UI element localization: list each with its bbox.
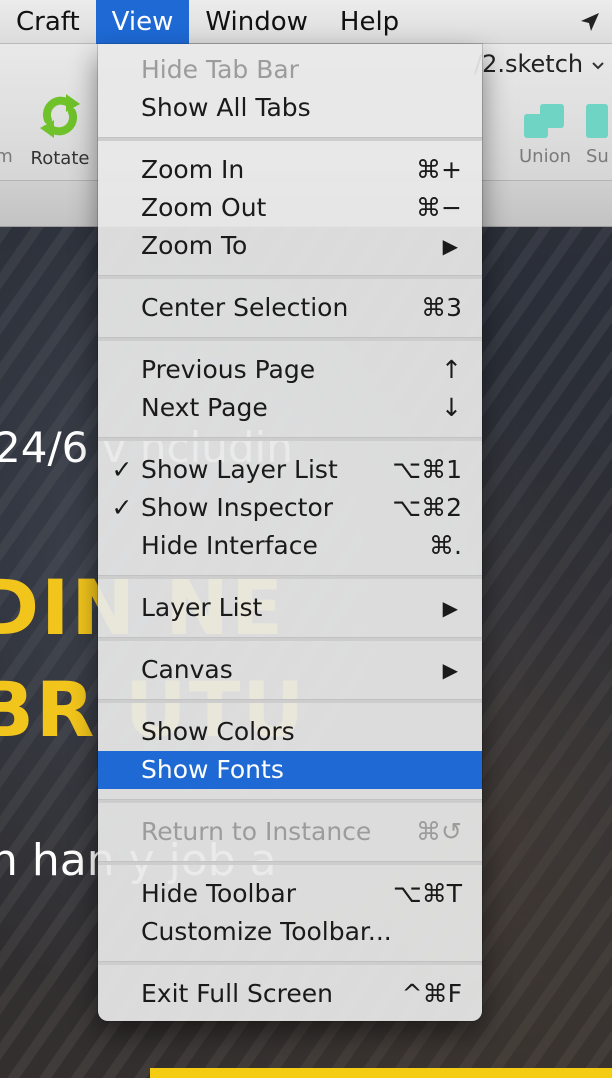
menu-item-canvas[interactable]: Canvas ▶: [98, 651, 482, 689]
menu-view[interactable]: View: [95, 0, 190, 44]
menu-item-shortcut: ⌥⌘1: [392, 455, 462, 484]
menu-bar: Craft View Window Help: [0, 0, 612, 44]
menu-separator: [98, 575, 482, 579]
menu-separator: [98, 637, 482, 641]
menu-item-label: Show Inspector: [141, 493, 334, 522]
menu-craft[interactable]: Craft: [0, 0, 96, 44]
menu-item-zoom-in[interactable]: Zoom In ⌘+: [98, 151, 482, 189]
checkmark-icon: ✓: [111, 455, 133, 484]
menu-item-return-to-instance: Return to Instance ⌘↺: [98, 813, 482, 851]
menu-item-next-page[interactable]: Next Page ↓: [98, 389, 482, 427]
menu-item-shortcut: ⌘3: [421, 293, 462, 322]
menu-item-label: Show Fonts: [141, 755, 284, 784]
view-menu-dropdown: Hide Tab Bar Show All Tabs Zoom In ⌘+ Zo…: [98, 44, 482, 1021]
location-arrow-icon[interactable]: [568, 0, 612, 44]
rotate-label: Rotate: [30, 148, 90, 169]
menu-item-label: Next Page: [141, 393, 268, 422]
menu-item-hide-tab-bar: Hide Tab Bar: [98, 51, 482, 89]
rotate-button[interactable]: Rotate: [18, 92, 102, 169]
menu-item-shortcut: ⌥⌘2: [392, 493, 462, 522]
menu-separator: [98, 961, 482, 965]
menu-item-shortcut: ⌘+: [416, 155, 462, 184]
menu-item-label: Zoom Out: [141, 193, 267, 222]
menu-item-label: Hide Interface: [141, 531, 318, 560]
menu-item-shortcut: ↑: [441, 355, 462, 384]
union-label: Union: [518, 146, 571, 167]
menu-separator: [98, 337, 482, 341]
toolbar-tool-cut-label: m: [0, 146, 13, 167]
menu-item-show-fonts[interactable]: Show Fonts: [98, 751, 482, 789]
menu-item-zoom-out[interactable]: Zoom Out ⌘−: [98, 189, 482, 227]
menu-item-zoom-to[interactable]: Zoom To ▶: [98, 227, 482, 265]
menu-separator: [98, 699, 482, 703]
menu-item-label: Return to Instance: [141, 817, 372, 846]
submenu-arrow-icon: ▶: [442, 596, 458, 620]
menu-separator: [98, 799, 482, 803]
chevron-down-icon: [591, 50, 605, 78]
menu-item-show-all-tabs[interactable]: Show All Tabs: [98, 89, 482, 127]
menu-item-shortcut: ⌘↺: [416, 817, 462, 846]
menu-item-shortcut: ⌘−: [416, 193, 462, 222]
menu-item-label: Hide Toolbar: [141, 879, 296, 908]
menu-item-shortcut: ⌘.: [429, 531, 462, 560]
menu-item-center-selection[interactable]: Center Selection ⌘3: [98, 289, 482, 327]
menu-separator: [98, 437, 482, 441]
menu-item-shortcut: ↓: [441, 393, 462, 422]
menu-item-label: Canvas: [141, 655, 233, 684]
rotate-icon: [40, 94, 80, 138]
menu-item-label: Exit Full Screen: [141, 979, 333, 1008]
menu-item-hide-interface[interactable]: Hide Interface ⌘.: [98, 527, 482, 565]
menu-item-show-layer-list[interactable]: ✓ Show Layer List ⌥⌘1: [98, 451, 482, 489]
menu-separator: [98, 137, 482, 141]
document-title[interactable]: /2.sketch: [474, 50, 605, 78]
menu-item-label: Show All Tabs: [141, 93, 311, 122]
menu-item-previous-page[interactable]: Previous Page ↑: [98, 351, 482, 389]
menu-item-shortcut: ⌥⌘T: [392, 879, 462, 908]
submenu-arrow-icon: ▶: [442, 658, 458, 682]
menu-item-hide-toolbar[interactable]: Hide Toolbar ⌥⌘T: [98, 875, 482, 913]
toolbar-tool-cut-off[interactable]: m: [0, 146, 14, 167]
menu-item-shortcut: ^⌘F: [401, 979, 462, 1008]
menu-item-label: Show Layer List: [141, 455, 338, 484]
union-button[interactable]: Union: [510, 104, 580, 167]
menu-item-layer-list[interactable]: Layer List ▶: [98, 589, 482, 627]
union-icon: [524, 104, 566, 138]
menu-item-label: Layer List: [141, 593, 263, 622]
document-title-text: /2.sketch: [474, 50, 584, 78]
checkmark-icon: ✓: [111, 493, 133, 522]
menu-item-label: Show Colors: [141, 717, 295, 746]
submenu-arrow-icon: ▶: [442, 234, 458, 258]
menu-item-show-colors[interactable]: Show Colors: [98, 713, 482, 751]
cta-button-edge: [150, 1068, 612, 1078]
menu-window[interactable]: Window: [189, 0, 324, 44]
menu-help[interactable]: Help: [324, 0, 415, 44]
menu-item-show-inspector[interactable]: ✓ Show Inspector ⌥⌘2: [98, 489, 482, 527]
menu-item-customize-toolbar[interactable]: Customize Toolbar...: [98, 913, 482, 951]
menu-item-label: Hide Tab Bar: [141, 55, 299, 84]
menu-separator: [98, 275, 482, 279]
subtract-button[interactable]: Su: [586, 104, 612, 167]
menu-separator: [98, 861, 482, 865]
menu-item-label: Zoom To: [141, 231, 248, 260]
subtract-label: Su: [586, 146, 609, 167]
menu-item-label: Customize Toolbar...: [141, 917, 392, 946]
menu-item-label: Zoom In: [141, 155, 245, 184]
subtract-icon: [586, 104, 608, 138]
menu-item-label: Previous Page: [141, 355, 316, 384]
menu-item-label: Center Selection: [141, 293, 349, 322]
menu-item-exit-full-screen[interactable]: Exit Full Screen ^⌘F: [98, 975, 482, 1013]
